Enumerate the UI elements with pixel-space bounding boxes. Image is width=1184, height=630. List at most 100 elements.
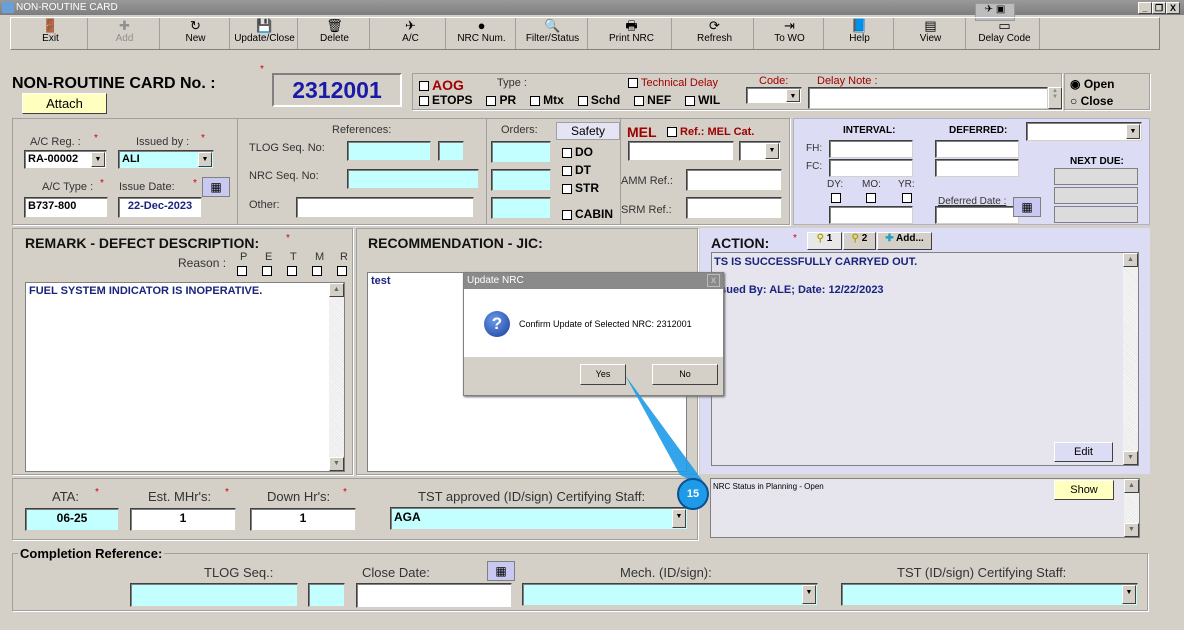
delay-note-input[interactable] bbox=[808, 87, 1048, 109]
action-tab-2[interactable]: ⚲ 2 bbox=[843, 232, 876, 250]
calendar-icon[interactable]: ▦ bbox=[202, 177, 230, 197]
reason-checkbox-m[interactable] bbox=[312, 266, 322, 276]
amm-ref-input[interactable] bbox=[686, 169, 782, 191]
open-radio[interactable]: ◉ Open bbox=[1070, 77, 1114, 91]
action-tab-add[interactable]: ✚ Add... bbox=[877, 232, 932, 250]
down-hrs-label: Down Hr's: bbox=[267, 489, 331, 504]
down-hrs-input[interactable]: 1 bbox=[250, 508, 356, 531]
toolbar-delay-code-button[interactable]: ▭ Delay Code bbox=[970, 18, 1040, 49]
tlog-seq-suffix-input[interactable] bbox=[438, 141, 464, 161]
reason-checkbox-p[interactable] bbox=[237, 266, 247, 276]
new-arrow-icon: ↻ bbox=[190, 18, 201, 33]
issued-by-select[interactable]: ALI ▼ bbox=[118, 150, 214, 169]
reason-label: Reason : bbox=[178, 256, 227, 270]
maximize-button[interactable]: ❐ bbox=[1152, 2, 1166, 14]
toolbar-to-wo-button[interactable]: ⇥ To WO bbox=[756, 18, 824, 49]
delay-note-scroll[interactable]: ▲ ▼ bbox=[1048, 87, 1062, 109]
fh-deferred-input[interactable] bbox=[935, 140, 1019, 158]
fc-deferred-input[interactable] bbox=[935, 159, 1019, 177]
completion-tst-select[interactable]: ▼ bbox=[841, 583, 1138, 606]
type-checkbox-nef[interactable]: NEF bbox=[634, 93, 671, 107]
toolbar-label: Add bbox=[115, 33, 134, 44]
close-date-input[interactable] bbox=[356, 583, 512, 608]
delay-code-icon: ▭ bbox=[998, 18, 1011, 33]
est-mhrs-input[interactable]: 1 bbox=[130, 508, 236, 531]
pin-icon: ⚲ bbox=[851, 233, 859, 244]
toolbar-filter-status-button[interactable]: 🔍 Filter/Status bbox=[518, 18, 588, 49]
toolbar-delete-button[interactable]: 🗑 Delete bbox=[300, 18, 370, 49]
close-date-calendar-icon[interactable]: ▦ bbox=[487, 561, 515, 581]
mel-input[interactable] bbox=[628, 141, 734, 161]
order-input-3[interactable] bbox=[491, 197, 551, 219]
mech-select[interactable]: ▼ bbox=[522, 583, 818, 606]
help-book-icon: 📘 bbox=[851, 18, 868, 33]
code-select[interactable]: ▼ bbox=[746, 87, 802, 104]
edit-button[interactable]: Edit bbox=[1054, 442, 1113, 462]
yr-checkbox[interactable] bbox=[902, 193, 912, 203]
ata-input[interactable]: 06-25 bbox=[25, 508, 119, 531]
type-checkbox-etops[interactable]: ETOPS bbox=[419, 93, 472, 107]
type-checkbox-pr[interactable]: PR bbox=[486, 93, 516, 107]
show-button[interactable]: Show bbox=[1054, 480, 1114, 500]
toolbar-refresh-button[interactable]: ⟳ Refresh bbox=[676, 18, 754, 49]
issue-date-input[interactable]: 22-Dec-2023 bbox=[118, 197, 202, 218]
mel-cat-select[interactable]: ▼ bbox=[739, 141, 781, 161]
tlog-seq-input[interactable] bbox=[347, 141, 431, 161]
fh-interval-input[interactable] bbox=[829, 140, 913, 158]
mel-ref-checkbox[interactable]: Ref.: MEL Cat. bbox=[667, 126, 754, 138]
toolbar-help-button[interactable]: 📘 Help bbox=[826, 18, 894, 49]
dy-mo-yr-input[interactable] bbox=[829, 206, 913, 224]
ac-type-label: A/C Type : bbox=[42, 181, 94, 193]
fc-interval-input[interactable] bbox=[829, 159, 913, 177]
deferred-select[interactable]: ▼ bbox=[1026, 122, 1142, 141]
remark-textarea[interactable]: FUEL SYSTEM INDICATOR IS INOPERATIVE. ▲ ▼ bbox=[25, 282, 345, 472]
ac-reg-label: A/C Reg. : bbox=[30, 136, 81, 148]
deferred-label: DEFERRED: bbox=[949, 125, 1008, 136]
order-input-2[interactable] bbox=[491, 169, 551, 191]
srm-ref-input[interactable] bbox=[686, 197, 782, 219]
toolbar-print-nrc-button[interactable]: 🖶 Print NRC bbox=[592, 18, 672, 49]
deferred-date-input[interactable] bbox=[935, 206, 1019, 224]
exit-door-icon: 🚪 bbox=[42, 18, 59, 33]
ac-reg-select[interactable]: RA-00002 ▼ bbox=[24, 150, 107, 169]
window-title: NON-ROUTINE CARD bbox=[16, 2, 118, 13]
app-icon bbox=[2, 2, 14, 13]
type-checkbox-schd[interactable]: Schd bbox=[577, 93, 620, 107]
toolbar-update-close-button[interactable]: 💾 Update/Close bbox=[232, 18, 298, 49]
deferred-calendar-icon[interactable]: ▦ bbox=[1013, 197, 1041, 217]
minimize-button[interactable]: _ bbox=[1138, 2, 1152, 14]
close-radio[interactable]: ○ Close bbox=[1070, 94, 1113, 108]
toolbar-a-c-button[interactable]: ✈ A/C bbox=[376, 18, 446, 49]
mo-checkbox[interactable] bbox=[866, 193, 876, 203]
toolbar-add-button[interactable]: ✚ Add bbox=[90, 18, 160, 49]
toolbar-new-button[interactable]: ↻ New bbox=[162, 18, 230, 49]
safety-checkbox-dt[interactable]: DT bbox=[562, 163, 591, 177]
toolbar-view-button[interactable]: ▤ View bbox=[896, 18, 966, 49]
type-checkbox-wil[interactable]: WIL bbox=[685, 93, 720, 107]
toolbar-exit-button[interactable]: 🚪 Exit bbox=[14, 18, 88, 49]
dy-checkbox[interactable] bbox=[831, 193, 841, 203]
type-checkbox-mtx[interactable]: Mtx bbox=[530, 93, 564, 107]
reason-checkbox-t[interactable] bbox=[287, 266, 297, 276]
nrc-seq-input[interactable] bbox=[347, 169, 479, 189]
ac-type-input[interactable]: B737-800 bbox=[24, 197, 108, 218]
dialog-close-button[interactable]: x bbox=[707, 274, 720, 287]
action-textarea[interactable]: TS IS SUCCESSFULLY CARRYED OUT. ssued By:… bbox=[711, 252, 1139, 466]
order-input-1[interactable] bbox=[491, 141, 551, 163]
safety-checkbox-do[interactable]: DO bbox=[562, 145, 593, 159]
completion-title: Completion Reference: bbox=[18, 546, 165, 561]
required-mark: * bbox=[260, 64, 264, 75]
other-input[interactable] bbox=[296, 197, 474, 218]
safety-checkbox-str[interactable]: STR bbox=[562, 181, 599, 195]
reason-checkbox-r[interactable] bbox=[337, 266, 347, 276]
completion-tlog-input[interactable] bbox=[130, 583, 298, 607]
toolbar-nrc-num--button[interactable]: ● NRC Num. bbox=[448, 18, 516, 49]
close-window-button[interactable]: X bbox=[1166, 2, 1180, 14]
technical-delay-checkbox[interactable]: Technical Delay bbox=[628, 77, 718, 89]
aog-checkbox[interactable]: AOG bbox=[419, 77, 464, 93]
action-tab-1[interactable]: ⚲ 1 bbox=[807, 232, 842, 250]
reason-checkbox-e[interactable] bbox=[262, 266, 272, 276]
completion-tlog-suffix-input[interactable] bbox=[308, 583, 345, 607]
attach-button[interactable]: Attach bbox=[22, 93, 107, 114]
safety-checkbox-cabin[interactable]: CABIN bbox=[562, 207, 613, 221]
